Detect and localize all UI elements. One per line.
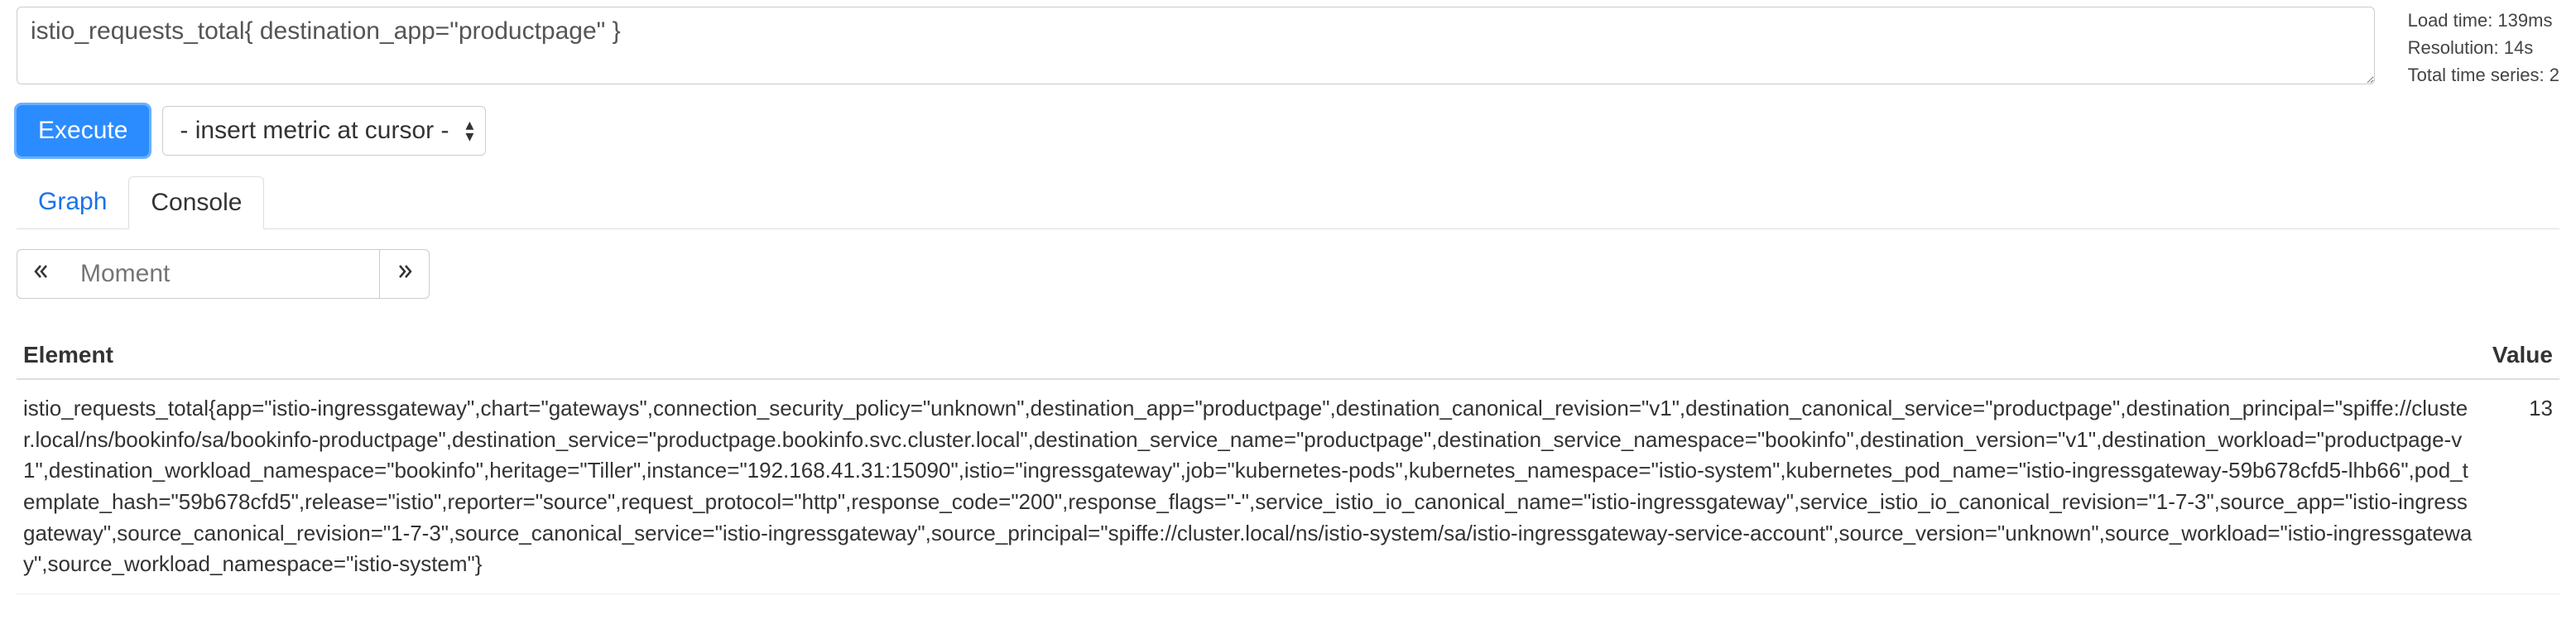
select-arrows-icon: ▴▾ — [465, 119, 473, 142]
insert-metric-select[interactable]: - insert metric at cursor - ▴▾ — [162, 106, 486, 156]
result-tabs: Graph Console — [17, 176, 2559, 229]
table-row: istio_requests_total{app="istio-ingressg… — [17, 379, 2559, 594]
query-stats: Load time: 139ms Resolution: 14s Total t… — [2408, 7, 2559, 89]
query-expression-input[interactable] — [17, 7, 2375, 84]
load-time-text: Load time: 139ms — [2408, 7, 2559, 34]
tab-console[interactable]: Console — [128, 176, 264, 229]
value-cell: 13 — [2486, 379, 2559, 594]
moment-input[interactable] — [65, 249, 380, 299]
column-header-value: Value — [2486, 332, 2559, 379]
execute-button[interactable]: Execute — [17, 105, 149, 156]
tab-graph[interactable]: Graph — [17, 176, 128, 228]
insert-metric-label: - insert metric at cursor - — [180, 117, 449, 145]
element-cell: istio_requests_total{app="istio-ingressg… — [17, 379, 2486, 594]
resolution-text: Resolution: 14s — [2408, 34, 2559, 61]
total-series-text: Total time series: 2 — [2408, 61, 2559, 89]
column-header-element: Element — [17, 332, 2486, 379]
moment-next-button[interactable] — [380, 249, 430, 299]
result-table: Element Value istio_requests_total{app="… — [17, 332, 2559, 594]
double-chevron-left-icon — [33, 262, 50, 286]
double-chevron-right-icon — [396, 262, 413, 286]
moment-prev-button[interactable] — [17, 249, 66, 299]
